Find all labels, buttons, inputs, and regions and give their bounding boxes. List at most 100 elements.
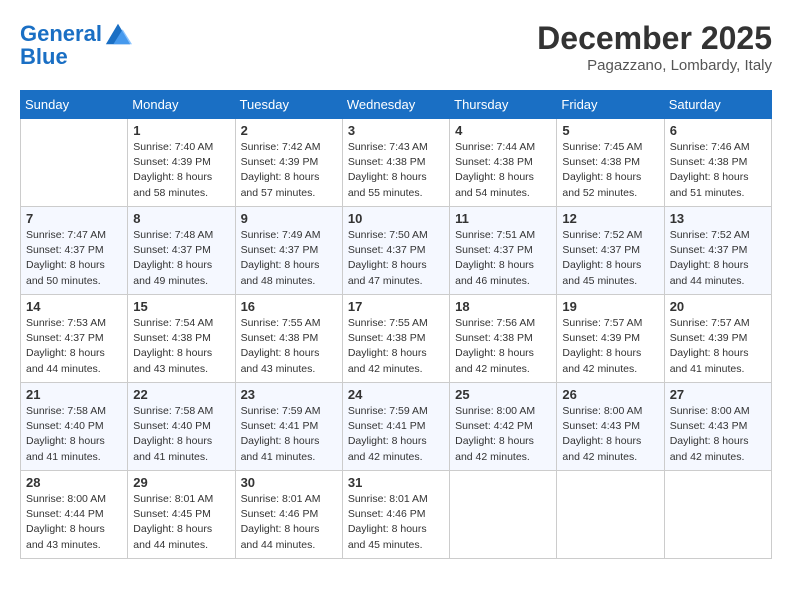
day-info: Sunrise: 7:47 AMSunset: 4:37 PMDaylight:… — [26, 228, 122, 289]
calendar-cell: 26Sunrise: 8:00 AMSunset: 4:43 PMDayligh… — [557, 383, 664, 471]
day-info: Sunrise: 8:00 AMSunset: 4:43 PMDaylight:… — [670, 404, 766, 465]
calendar-cell: 19 Sunrise: 7:57 AMSunset: 4:39 PMDayligh… — [557, 295, 664, 383]
calendar-cell: 24Sunrise: 7:59 AMSunset: 4:41 PMDayligh… — [342, 383, 449, 471]
day-info: Sunrise: 7:50 AMSunset: 4:37 PMDaylight:… — [348, 228, 444, 289]
calendar-cell: 25Sunrise: 8:00 AMSunset: 4:42 PMDayligh… — [450, 383, 557, 471]
calendar-cell: 30 Sunrise: 8:01 AMSunset: 4:46 PMDayligh… — [235, 471, 342, 559]
day-info: Sunrise: 7:43 AMSunset: 4:38 PMDaylight:… — [348, 140, 444, 201]
day-number: 7 — [26, 211, 122, 226]
day-info: Sunrise: 7:51 AMSunset: 4:37 PMDaylight:… — [455, 228, 551, 289]
weekday-header: Monday — [128, 91, 235, 119]
day-number: 2 — [241, 123, 337, 138]
calendar-week-row: 7 Sunrise: 7:47 AMSunset: 4:37 PMDaylight… — [21, 207, 772, 295]
calendar-cell: 29Sunrise: 8:01 AMSunset: 4:45 PMDayligh… — [128, 471, 235, 559]
day-info: Sunrise: 7:45 AMSunset: 4:38 PMDaylight:… — [562, 140, 658, 201]
day-info: Sunrise: 7:54 AMSunset: 4:38 PMDaylight:… — [133, 316, 229, 377]
calendar-cell: 11 Sunrise: 7:51 AMSunset: 4:37 PMDayligh… — [450, 207, 557, 295]
calendar-cell: 9 Sunrise: 7:49 AMSunset: 4:37 PMDaylight… — [235, 207, 342, 295]
calendar-table: SundayMondayTuesdayWednesdayThursdayFrid… — [20, 90, 772, 559]
page-header: General Blue December 2025 Pagazzano, Lo… — [20, 20, 772, 74]
weekday-header: Thursday — [450, 91, 557, 119]
day-number: 22 — [133, 387, 229, 402]
calendar-cell — [557, 471, 664, 559]
day-number: 26 — [562, 387, 658, 402]
calendar-week-row: 1Sunrise: 7:40 AMSunset: 4:39 PMDaylight… — [21, 119, 772, 207]
calendar-cell: 14Sunrise: 7:53 AMSunset: 4:37 PMDayligh… — [21, 295, 128, 383]
day-info: Sunrise: 8:01 AMSunset: 4:46 PMDaylight:… — [241, 492, 337, 553]
calendar-cell: 28 Sunrise: 8:00 AMSunset: 4:44 PMDayligh… — [21, 471, 128, 559]
calendar-cell — [450, 471, 557, 559]
calendar-cell: 22 Sunrise: 7:58 AMSunset: 4:40 PMDayligh… — [128, 383, 235, 471]
calendar-cell: 18 Sunrise: 7:56 AMSunset: 4:38 PMDayligh… — [450, 295, 557, 383]
day-number: 12 — [562, 211, 658, 226]
day-info: Sunrise: 7:44 AMSunset: 4:38 PMDaylight:… — [455, 140, 551, 201]
day-info: Sunrise: 7:53 AMSunset: 4:37 PMDaylight:… — [26, 316, 122, 377]
calendar-cell — [664, 471, 771, 559]
day-number: 29 — [133, 475, 229, 490]
calendar-week-row: 14Sunrise: 7:53 AMSunset: 4:37 PMDayligh… — [21, 295, 772, 383]
day-number: 21 — [26, 387, 122, 402]
calendar-week-row: 28 Sunrise: 8:00 AMSunset: 4:44 PMDayligh… — [21, 471, 772, 559]
day-info: Sunrise: 8:01 AMSunset: 4:46 PMDaylight:… — [348, 492, 444, 553]
calendar-cell: 10 Sunrise: 7:50 AMSunset: 4:37 PMDayligh… — [342, 207, 449, 295]
calendar-cell: 20 Sunrise: 7:57 AMSunset: 4:39 PMDayligh… — [664, 295, 771, 383]
calendar-cell: 5Sunrise: 7:45 AMSunset: 4:38 PMDaylight… — [557, 119, 664, 207]
day-number: 19 — [562, 299, 658, 314]
day-info: Sunrise: 7:57 AMSunset: 4:39 PMDaylight:… — [670, 316, 766, 377]
calendar-cell: 27Sunrise: 8:00 AMSunset: 4:43 PMDayligh… — [664, 383, 771, 471]
day-info: Sunrise: 8:00 AMSunset: 4:42 PMDaylight:… — [455, 404, 551, 465]
day-info: Sunrise: 7:55 AMSunset: 4:38 PMDaylight:… — [241, 316, 337, 377]
day-number: 15 — [133, 299, 229, 314]
day-number: 6 — [670, 123, 766, 138]
day-info: Sunrise: 7:52 AMSunset: 4:37 PMDaylight:… — [670, 228, 766, 289]
day-info: Sunrise: 8:00 AMSunset: 4:44 PMDaylight:… — [26, 492, 122, 553]
day-number: 16 — [241, 299, 337, 314]
calendar-cell: 15 Sunrise: 7:54 AMSunset: 4:38 PMDayligh… — [128, 295, 235, 383]
day-number: 11 — [455, 211, 551, 226]
day-number: 28 — [26, 475, 122, 490]
day-number: 13 — [670, 211, 766, 226]
day-number: 20 — [670, 299, 766, 314]
weekday-header-row: SundayMondayTuesdayWednesdayThursdayFrid… — [21, 91, 772, 119]
calendar-cell: 3 Sunrise: 7:43 AMSunset: 4:38 PMDaylight… — [342, 119, 449, 207]
day-number: 9 — [241, 211, 337, 226]
day-info: Sunrise: 7:59 AMSunset: 4:41 PMDaylight:… — [241, 404, 337, 465]
day-number: 23 — [241, 387, 337, 402]
logo: General Blue — [20, 20, 132, 70]
calendar-cell: 2 Sunrise: 7:42 AMSunset: 4:39 PMDaylight… — [235, 119, 342, 207]
calendar-cell: 6Sunrise: 7:46 AMSunset: 4:38 PMDaylight… — [664, 119, 771, 207]
day-info: Sunrise: 7:55 AMSunset: 4:38 PMDaylight:… — [348, 316, 444, 377]
day-number: 3 — [348, 123, 444, 138]
logo-icon — [104, 20, 132, 48]
title-block: December 2025 Pagazzano, Lombardy, Italy — [537, 20, 772, 74]
day-number: 24 — [348, 387, 444, 402]
day-info: Sunrise: 7:58 AMSunset: 4:40 PMDaylight:… — [133, 404, 229, 465]
weekday-header: Wednesday — [342, 91, 449, 119]
day-info: Sunrise: 7:42 AMSunset: 4:39 PMDaylight:… — [241, 140, 337, 201]
calendar-cell — [21, 119, 128, 207]
calendar-cell: 13 Sunrise: 7:52 AMSunset: 4:37 PMDayligh… — [664, 207, 771, 295]
day-info: Sunrise: 7:57 AMSunset: 4:39 PMDaylight:… — [562, 316, 658, 377]
weekday-header: Tuesday — [235, 91, 342, 119]
calendar-cell: 4Sunrise: 7:44 AMSunset: 4:38 PMDaylight… — [450, 119, 557, 207]
weekday-header: Friday — [557, 91, 664, 119]
calendar-cell: 8Sunrise: 7:48 AMSunset: 4:37 PMDaylight… — [128, 207, 235, 295]
day-number: 31 — [348, 475, 444, 490]
logo-text: General — [20, 22, 102, 46]
day-info: Sunrise: 7:52 AMSunset: 4:37 PMDaylight:… — [562, 228, 658, 289]
calendar-cell: 1Sunrise: 7:40 AMSunset: 4:39 PMDaylight… — [128, 119, 235, 207]
calendar-cell: 21 Sunrise: 7:58 AMSunset: 4:40 PMDayligh… — [21, 383, 128, 471]
calendar-week-row: 21 Sunrise: 7:58 AMSunset: 4:40 PMDayligh… — [21, 383, 772, 471]
month-title: December 2025 — [537, 20, 772, 57]
day-info: Sunrise: 7:56 AMSunset: 4:38 PMDaylight:… — [455, 316, 551, 377]
calendar-cell: 7 Sunrise: 7:47 AMSunset: 4:37 PMDaylight… — [21, 207, 128, 295]
day-number: 8 — [133, 211, 229, 226]
day-number: 30 — [241, 475, 337, 490]
day-number: 1 — [133, 123, 229, 138]
location: Pagazzano, Lombardy, Italy — [537, 57, 772, 74]
weekday-header: Sunday — [21, 91, 128, 119]
day-info: Sunrise: 7:49 AMSunset: 4:37 PMDaylight:… — [241, 228, 337, 289]
day-number: 18 — [455, 299, 551, 314]
day-info: Sunrise: 7:58 AMSunset: 4:40 PMDaylight:… — [26, 404, 122, 465]
day-number: 10 — [348, 211, 444, 226]
